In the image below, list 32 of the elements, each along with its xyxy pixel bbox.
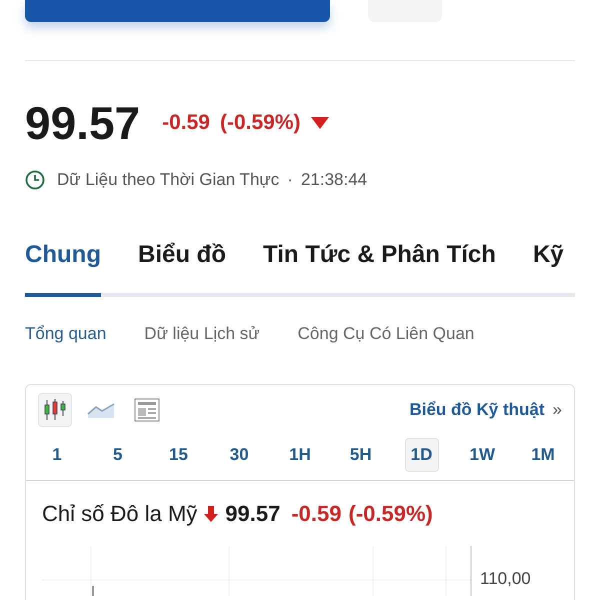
timeframe-button[interactable]: 1H (283, 438, 317, 472)
subtab[interactable]: Tổng quan (25, 320, 106, 346)
technical-chart-link[interactable]: Biểu đồ Kỹ thuật » (409, 397, 562, 423)
tab[interactable]: Kỹ (532, 236, 564, 296)
status-label: Dữ Liệu theo Thời Gian Thực (57, 169, 280, 191)
timeframe-button[interactable]: 5 (100, 438, 135, 472)
subtab[interactable]: Công Cụ Có Liên Quan (298, 320, 474, 346)
table-icon (134, 398, 160, 422)
chart-change: -0.59 (291, 500, 342, 528)
timeframe-button[interactable]: 30 (222, 438, 256, 472)
update-time: 21:38:44 (300, 169, 368, 191)
chart-price: 99.57 (225, 500, 280, 528)
y-axis-label: 110,00 (480, 570, 531, 590)
timeframe-button[interactable]: 15 (162, 438, 196, 472)
chart-type-button[interactable] (38, 393, 72, 427)
timeframe-button[interactable]: 5H (344, 438, 378, 472)
timeframe-button[interactable]: 1W (465, 438, 500, 472)
chart-change-percent: (-0.59%) (348, 500, 433, 528)
tab[interactable]: Chung (25, 236, 101, 296)
subtab[interactable]: Dữ liệu Lịch sử (144, 320, 260, 346)
timeframe-button[interactable]: 1 (40, 438, 74, 472)
tab[interactable]: Biểu đồ (138, 236, 226, 296)
candlestick-icon (42, 398, 68, 422)
price-change: -0.59 (162, 110, 210, 136)
clock-icon (25, 170, 45, 190)
timeframe-button[interactable]: 1M (526, 438, 560, 472)
separator: · (287, 169, 293, 191)
tab[interactable]: Tin Tức & Phân Tích (262, 236, 496, 296)
timeframe-button[interactable]: 1D (404, 438, 438, 472)
price: 99.57 (25, 100, 140, 146)
chart-title: Chỉ số Đô la Mỹ (42, 500, 198, 528)
price-change-percent: (-0.59%) (220, 110, 301, 136)
